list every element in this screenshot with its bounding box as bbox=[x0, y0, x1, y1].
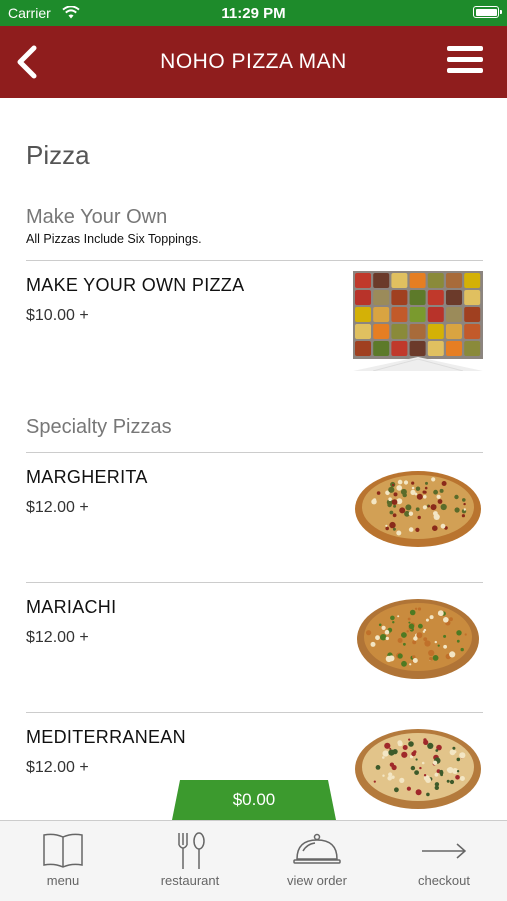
cloche-icon bbox=[293, 833, 341, 864]
page-title: Pizza bbox=[26, 140, 90, 170]
fork-knife-icon bbox=[178, 832, 205, 869]
item-price: $12.00 + bbox=[26, 759, 89, 776]
arrow-right-icon bbox=[422, 843, 467, 859]
item-name: MARIACHI bbox=[26, 597, 117, 617]
tab-label: checkout bbox=[417, 873, 471, 888]
toppings-tray-image bbox=[353, 271, 483, 371]
tab-label: restaurant bbox=[160, 873, 220, 888]
item-name: MAKE YOUR OWN PIZZA bbox=[26, 275, 245, 295]
battery-icon bbox=[473, 6, 502, 18]
section-title-make-your-own: Make Your Own bbox=[26, 206, 168, 228]
item-price: $10.00 + bbox=[26, 307, 89, 324]
clock: 11:29 PM bbox=[221, 5, 286, 22]
menu-item-make-your-own-pizza[interactable]: MAKE YOUR OWN PIZZA $10.00 + bbox=[26, 261, 483, 391]
section-title-specialty-pizzas: Specialty Pizzas bbox=[26, 416, 172, 438]
book-icon bbox=[43, 833, 83, 868]
tab-bar: menu restaurant view order checkout bbox=[0, 820, 507, 901]
restaurant-title: NOHO PIZZA MAN bbox=[160, 50, 347, 73]
tab-label: menu bbox=[46, 873, 80, 888]
tab-menu[interactable]: menu bbox=[0, 821, 126, 901]
nav-bar: NOHO PIZZA MAN bbox=[0, 26, 507, 98]
tab-label: view order bbox=[287, 873, 347, 888]
item-price: $12.00 + bbox=[26, 499, 89, 516]
item-name: MARGHERITA bbox=[26, 467, 148, 487]
item-name: MEDITERRANEAN bbox=[26, 727, 186, 747]
section-subtitle: All Pizzas Include Six Toppings. bbox=[26, 232, 202, 246]
item-price: $12.00 + bbox=[26, 629, 89, 646]
tab-checkout[interactable]: checkout bbox=[381, 821, 507, 901]
mariachi-pizza-image bbox=[357, 599, 479, 679]
hamburger-menu-button[interactable] bbox=[447, 46, 483, 78]
mediterranean-pizza-image bbox=[355, 729, 481, 809]
order-total-tab[interactable]: $0.00 bbox=[172, 780, 336, 820]
status-bar: Carrier 11:29 PM bbox=[0, 0, 507, 26]
tab-restaurant[interactable]: restaurant bbox=[127, 821, 253, 901]
margherita-pizza-image bbox=[355, 471, 481, 547]
menu-item-mariachi[interactable]: MARIACHI $12.00 + bbox=[26, 583, 483, 713]
tab-view-order[interactable]: view order bbox=[254, 821, 380, 901]
menu-item-margherita[interactable]: MARGHERITA $12.00 + bbox=[26, 453, 483, 583]
order-total-label: $0.00 bbox=[232, 790, 276, 809]
